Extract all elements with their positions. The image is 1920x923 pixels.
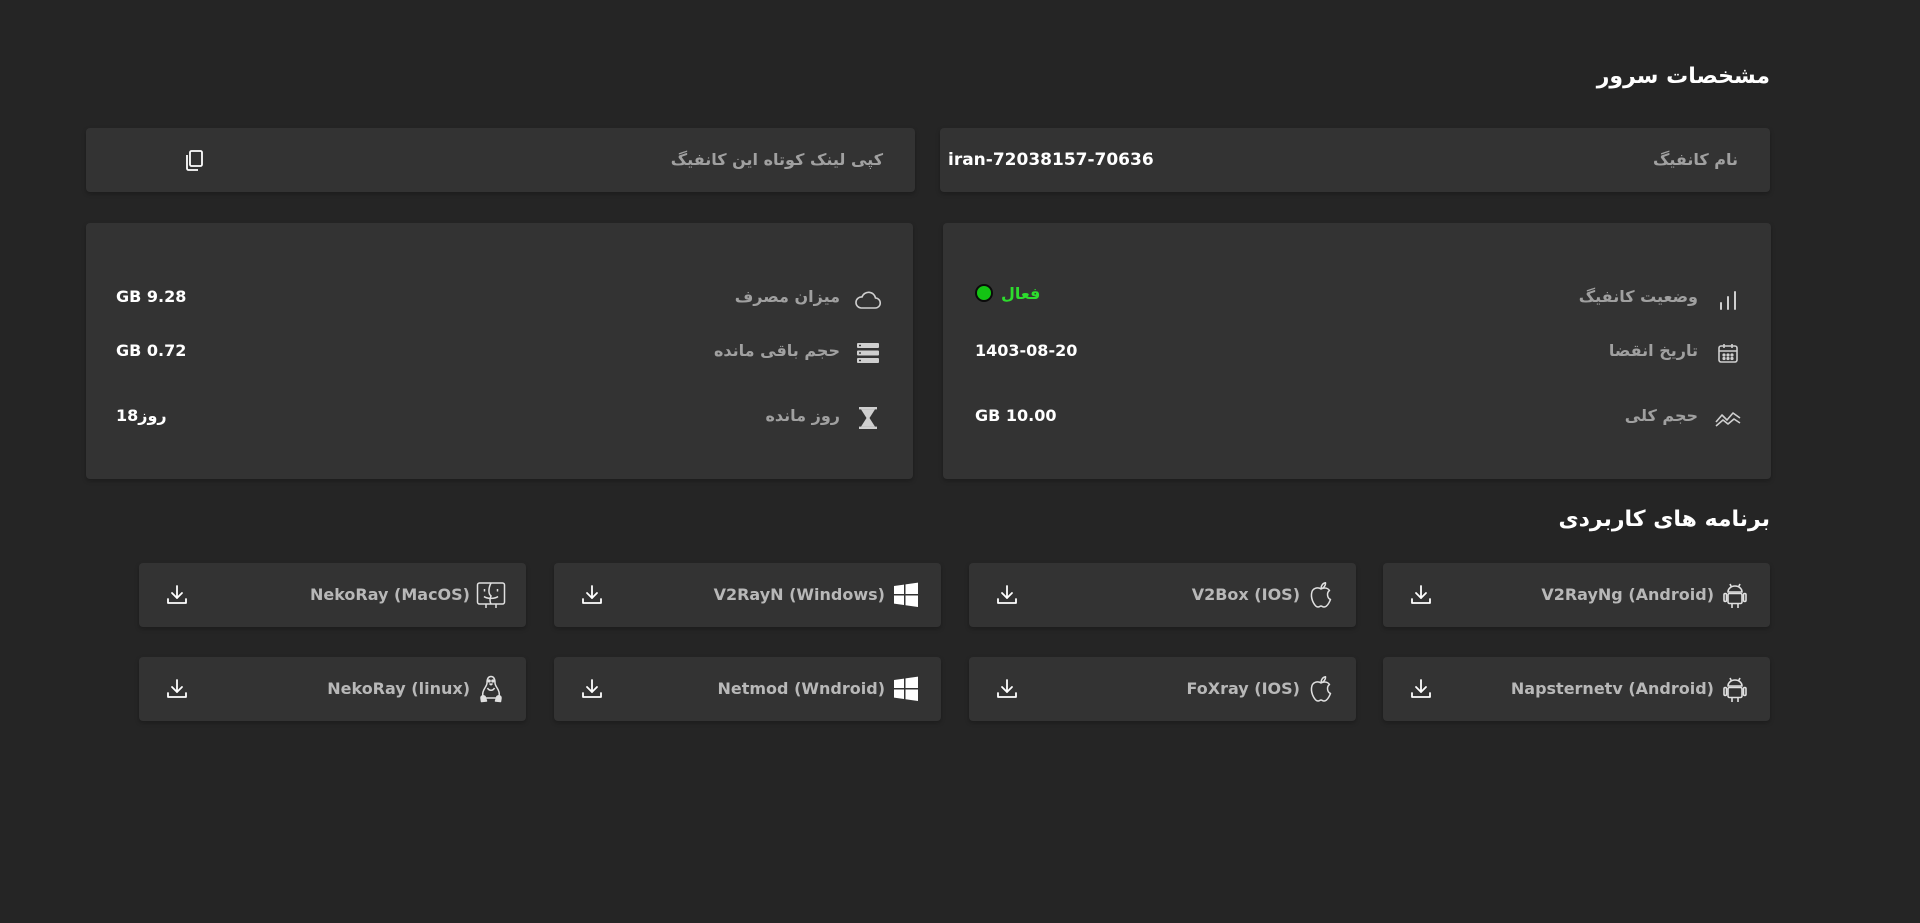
download-icon[interactable] (1409, 583, 1433, 607)
app-card-v2box-ios[interactable]: V2Box (IOS) (969, 563, 1356, 627)
download-icon[interactable] (995, 677, 1019, 701)
app-name[interactable]: V2RayNg (Android) (1541, 563, 1714, 627)
apple-icon (1306, 674, 1336, 704)
download-icon[interactable] (1409, 677, 1433, 701)
download-icon[interactable] (165, 677, 189, 701)
app-name[interactable]: FoXray (IOS) (1186, 657, 1300, 721)
calendar-icon (1715, 340, 1741, 366)
usage-details-card: میزان مصرف GB 9.28 حجم باقی مانده GB 0.7… (86, 223, 913, 479)
status-indicator: فعال (975, 275, 1040, 311)
server-specs-title: مشخصات سرور (1596, 64, 1770, 89)
config-name-card: نام کانفیگ iran-72038157-70636 (940, 128, 1770, 192)
status-dot (975, 284, 993, 302)
expiry-value: 1403-08-20 (975, 341, 1078, 360)
apps-title: برنامه های کاربردی (1558, 507, 1770, 532)
app-card-netmod-windows[interactable]: Netmod (Wndroid) (554, 657, 941, 721)
app-name[interactable]: Napsternetv (Android) (1511, 657, 1714, 721)
app-name[interactable]: Netmod (Wndroid) (717, 657, 885, 721)
android-icon (1720, 580, 1750, 610)
copy-icon[interactable] (182, 148, 206, 172)
app-card-nekoray-linux[interactable]: NekoRay (linux) (139, 657, 526, 721)
server-stack-icon (855, 340, 881, 366)
total-volume-label: حجم کلی (1624, 406, 1698, 425)
cloud-icon (853, 287, 883, 313)
days-remaining-label: روز مانده (765, 406, 840, 425)
apple-icon (1306, 580, 1336, 610)
finder-icon (476, 580, 506, 610)
app-card-napsternetv-android[interactable]: Napsternetv (Android) (1383, 657, 1770, 721)
android-icon (1720, 674, 1750, 704)
usage-value: GB 9.28 (116, 287, 187, 306)
total-volume-value: GB 10.00 (975, 406, 1057, 425)
remaining-volume-value: GB 0.72 (116, 341, 187, 360)
trend-chart-icon (1715, 405, 1741, 431)
windows-icon (891, 580, 921, 610)
download-icon[interactable] (995, 583, 1019, 607)
app-card-foxray-ios[interactable]: FoXray (IOS) (969, 657, 1356, 721)
hourglass-icon (855, 405, 881, 431)
copy-link-label[interactable]: کپی لینک کوتاه این کانفیگ (671, 128, 883, 192)
app-name[interactable]: NekoRay (MacOS) (310, 563, 470, 627)
days-remaining-value: 18روز (116, 406, 167, 425)
app-name[interactable]: V2Box (IOS) (1192, 563, 1300, 627)
copy-link-card[interactable]: کپی لینک کوتاه این کانفیگ (86, 128, 915, 192)
usage-label: میزان مصرف (734, 287, 840, 306)
linux-icon (476, 674, 506, 704)
bar-chart-icon (1715, 287, 1741, 313)
app-card-nekoray-macos[interactable]: NekoRay (MacOS) (139, 563, 526, 627)
status-details-card: وضعیت کانفیگ فعال تاریخ انقضا 1403-08-20… (943, 223, 1771, 479)
download-icon[interactable] (165, 583, 189, 607)
expiry-label: تاریخ انقضا (1608, 341, 1698, 360)
download-icon[interactable] (580, 583, 604, 607)
app-name[interactable]: V2RayN (Windows) (714, 563, 885, 627)
remaining-volume-label: حجم باقی مانده (713, 341, 840, 360)
app-card-v2rayng-android[interactable]: V2RayNg (Android) (1383, 563, 1770, 627)
status-value: فعال (1001, 283, 1041, 303)
status-label: وضعیت کانفیگ (1578, 287, 1698, 306)
app-name[interactable]: NekoRay (linux) (327, 657, 470, 721)
config-name-value: iran-72038157-70636 (948, 150, 1154, 170)
download-icon[interactable] (580, 677, 604, 701)
config-name-label: نام کانفیگ (1652, 150, 1738, 169)
windows-icon (891, 674, 921, 704)
app-card-v2rayn-windows[interactable]: V2RayN (Windows) (554, 563, 941, 627)
